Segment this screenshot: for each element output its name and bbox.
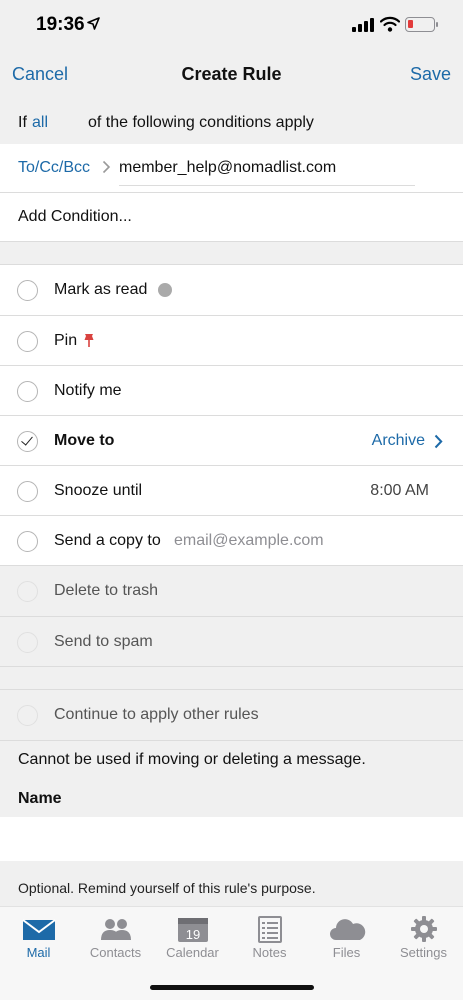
action-label: Notify me: [54, 382, 122, 399]
mail-icon: [22, 919, 56, 940]
radio-button-disabled: [17, 581, 38, 602]
tab-label: Calendar: [166, 945, 219, 960]
divider: [0, 666, 463, 667]
tab-label: Notes: [252, 945, 287, 960]
add-condition-button[interactable]: Add Condition...: [0, 193, 463, 241]
action-label: Pin: [54, 332, 78, 349]
tab-notes[interactable]: Notes: [231, 907, 308, 967]
radio-button[interactable]: [17, 481, 38, 502]
location-arrow-icon: [87, 17, 100, 30]
action-row-continue: Continue to apply other rules: [0, 690, 463, 740]
tab-calendar[interactable]: 19 Calendar: [154, 907, 231, 967]
action-label: Move to: [54, 432, 115, 449]
conditions-header: If all of the following conditions apply: [0, 98, 463, 144]
save-button[interactable]: Save: [410, 64, 451, 85]
files-cloud-icon: [330, 919, 366, 940]
action-row-spam: Send to spam: [0, 617, 463, 667]
cancel-button[interactable]: Cancel: [12, 64, 68, 85]
notes-icon: [258, 916, 282, 943]
pin-icon: [84, 334, 94, 347]
radio-button-disabled: [17, 705, 38, 726]
action-row-send-copy[interactable]: Send a copy to: [0, 516, 463, 566]
action-label: Send to spam: [54, 633, 153, 650]
battery-low-icon: [405, 17, 438, 32]
chevron-right-icon: [102, 160, 111, 174]
divider: [0, 241, 463, 242]
action-row-notify[interactable]: Notify me: [0, 366, 463, 416]
action-label: Delete to trash: [54, 582, 159, 599]
tab-label: Settings: [400, 945, 447, 960]
gear-icon: [411, 916, 437, 942]
action-row-mark-as-read[interactable]: Mark as read: [0, 265, 463, 315]
page-title: Create Rule: [181, 64, 282, 84]
radio-button[interactable]: [17, 280, 38, 301]
snooze-time-selector[interactable]: 8:00 AM: [370, 482, 429, 500]
tab-mail[interactable]: Mail: [0, 907, 77, 967]
divider: [0, 740, 463, 741]
home-indicator[interactable]: [150, 985, 314, 990]
condition-value[interactable]: member_help@nomadlist.com: [119, 159, 336, 177]
tab-label: Mail: [26, 945, 51, 960]
rule-name-input[interactable]: [0, 817, 463, 861]
tab-settings[interactable]: Settings: [385, 907, 462, 967]
tab-label: Files: [332, 945, 361, 960]
action-label: Mark as read: [54, 281, 148, 298]
chevron-right-icon: [434, 434, 443, 449]
copy-email-input[interactable]: [174, 532, 424, 550]
read-dot-icon: [158, 283, 172, 297]
continue-note: Cannot be used if moving or deleting a m…: [18, 751, 366, 768]
nav-bar: Cancel Create Rule Save: [0, 50, 463, 98]
name-section-label: Name: [18, 790, 62, 807]
radio-button[interactable]: [17, 381, 38, 402]
action-label: Continue to apply other rules: [54, 706, 259, 723]
wifi-icon: [380, 16, 400, 32]
match-mode-selector[interactable]: all: [32, 114, 48, 132]
cellular-signal-icon: [352, 18, 374, 32]
move-destination-selector[interactable]: Archive: [372, 432, 425, 450]
radio-button-checked[interactable]: [17, 431, 38, 452]
radio-button-disabled: [17, 632, 38, 653]
calendar-date: 19: [186, 927, 200, 942]
radio-button[interactable]: [17, 331, 38, 352]
calendar-icon: 19: [178, 918, 208, 942]
add-condition-label: Add Condition...: [18, 208, 132, 225]
tab-files[interactable]: Files: [308, 907, 385, 967]
tab-label: Contacts: [89, 945, 142, 960]
action-label: Send a copy to: [54, 532, 161, 549]
condition-prefix: If: [18, 114, 27, 131]
radio-button[interactable]: [17, 531, 38, 552]
contacts-icon: [101, 919, 131, 940]
status-time: 19:36: [36, 14, 85, 35]
condition-suffix: of the following conditions apply: [88, 114, 314, 131]
action-row-snooze[interactable]: Snooze until 8:00 AM: [0, 466, 463, 516]
action-row-move-to[interactable]: Move to Archive: [0, 416, 463, 466]
action-label: Snooze until: [54, 482, 143, 499]
tab-contacts[interactable]: Contacts: [77, 907, 154, 967]
status-bar: 19:36: [0, 0, 463, 50]
action-row-pin[interactable]: Pin: [0, 316, 463, 366]
action-row-delete: Delete to trash: [0, 566, 463, 616]
underline-divider: [119, 185, 415, 186]
condition-field-selector[interactable]: To/Cc/Bcc: [18, 159, 90, 177]
name-hint: Optional. Remind yourself of this rule's…: [18, 880, 316, 896]
